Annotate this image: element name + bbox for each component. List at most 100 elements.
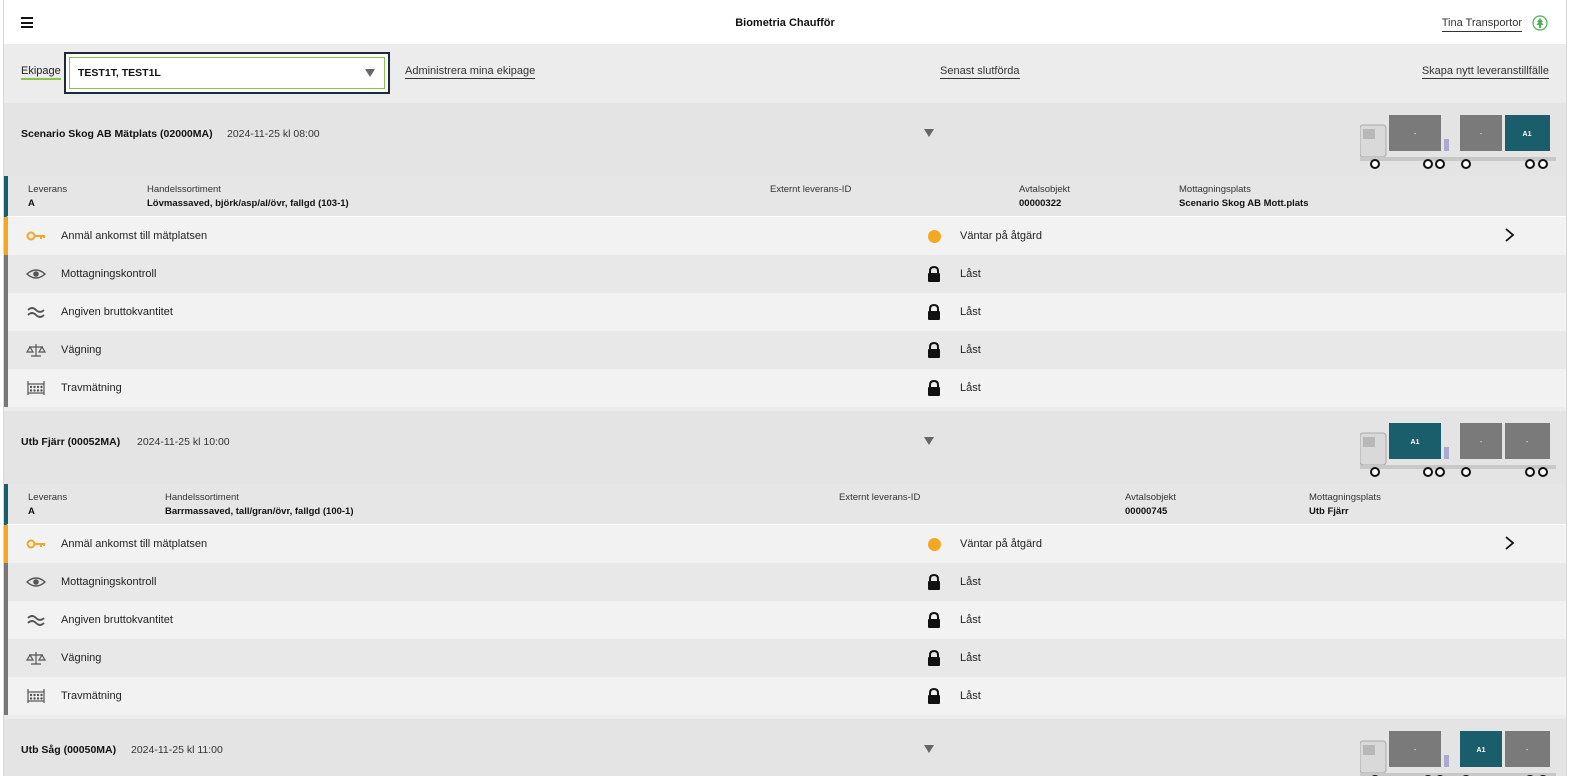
step-status: Låst — [960, 268, 981, 280]
step-label: Mottagningskontroll — [61, 268, 157, 280]
container-label: A1 — [1477, 747, 1486, 754]
delivery-time: 2024-11-25 kl 11:00 — [131, 744, 223, 756]
step-row-arrival[interactable]: Anmäl ankomst till mätplatsen Väntar på … — [4, 217, 1566, 255]
approx-icon — [27, 307, 45, 318]
step-label: Mottagningskontroll — [61, 576, 157, 588]
step-label: Angiven bruttokvantitet — [61, 306, 173, 318]
step-status: Väntar på åtgärd — [960, 230, 1042, 242]
ekipage-select-box[interactable]: TEST1T, TEST1L — [69, 57, 385, 89]
admin-ekipage-link[interactable]: Administrera mina ekipage — [405, 65, 536, 79]
scale-icon — [26, 344, 46, 357]
log-stack-icon — [27, 381, 45, 395]
user-link[interactable]: Tina Transportor — [1441, 17, 1522, 32]
truck-icon: - - A1 — [1360, 115, 1556, 169]
assortment-label: Handelssortiment — [165, 492, 239, 503]
lock-icon — [928, 650, 940, 666]
step-status: Låst — [960, 306, 981, 318]
step-status: Låst — [960, 652, 981, 664]
delivery-label: Leverans — [28, 184, 68, 195]
delivery-card: Utb Fjärr (00052MA) 2024-11-25 kl 10:00 … — [4, 411, 1566, 716]
truck-icon: - A1 - — [1360, 731, 1556, 776]
step-label: Travmätning — [61, 690, 122, 702]
step-status: Låst — [960, 382, 981, 394]
pending-dot-icon — [928, 538, 941, 551]
step-status: Låst — [960, 344, 981, 356]
step-row-weighing[interactable]: Vägning Låst — [4, 331, 1566, 369]
delivery-card: Scenario Skog AB Mätplats (02000MA) 2024… — [4, 103, 1566, 408]
assortment-label: Handelssortiment — [147, 184, 221, 195]
step-label: Travmätning — [61, 382, 122, 394]
pending-dot-icon — [928, 230, 941, 243]
step-label: Anmäl ankomst till mätplatsen — [61, 230, 208, 242]
delivery-time: 2024-11-25 kl 08:00 — [227, 128, 320, 140]
step-row-reception[interactable]: Mottagningskontroll Låst — [4, 563, 1566, 601]
delivery-label: Leverans — [28, 492, 68, 503]
container-label: A1 — [1411, 439, 1420, 446]
step-row-reception[interactable]: Mottagningskontroll Låst — [4, 255, 1566, 293]
lock-icon — [928, 380, 940, 396]
lock-icon — [928, 304, 940, 320]
receiving-label: Mottagningsplats — [1309, 492, 1381, 503]
step-status: Väntar på åtgärd — [960, 538, 1042, 550]
lock-icon — [928, 612, 940, 628]
assortment-value: Lövmassaved, björk/asp/al/övr, fallgd (1… — [147, 198, 349, 209]
receiving-value: Utb Fjärr — [1309, 506, 1349, 517]
ekipage-label: Ekipage — [21, 65, 61, 80]
contract-value: 00000322 — [1019, 198, 1062, 209]
external-id-label: Externt leverans-ID — [839, 492, 921, 503]
truck-icon: A1 - - — [1360, 423, 1556, 477]
recent-completed-link[interactable]: Senast slutförda — [940, 65, 1020, 79]
delivery-time: 2024-11-25 kl 10:00 — [137, 436, 230, 448]
create-delivery-link[interactable]: Skapa nytt leveranstillfälle — [1421, 65, 1549, 79]
contract-value: 00000745 — [1125, 506, 1168, 517]
container-label: A1 — [1523, 131, 1532, 138]
delivery-card-header[interactable]: Utb Såg (00050MA) 2024-11-25 kl 11:00 - … — [4, 719, 1566, 776]
tree-icon — [1532, 15, 1548, 31]
step-row-gross[interactable]: Angiven bruttokvantitet Låst — [4, 601, 1566, 639]
scale-icon — [26, 652, 46, 665]
receiving-label: Mottagningsplats — [1179, 184, 1251, 195]
eye-icon — [26, 269, 46, 279]
chevron-down-icon[interactable] — [365, 69, 375, 77]
chevron-down-icon[interactable] — [924, 745, 934, 753]
chevron-right-icon[interactable] — [1503, 228, 1515, 242]
approx-icon — [27, 615, 45, 626]
ekipage-select[interactable]: TEST1T, TEST1L — [64, 52, 390, 94]
delivery-location: Utb Såg (00050MA) — [21, 744, 117, 756]
chevron-down-icon[interactable] — [924, 129, 934, 137]
eye-icon — [26, 577, 46, 587]
page-title: Biometria Chaufför — [735, 17, 835, 29]
step-status: Låst — [960, 576, 981, 588]
external-id-label: Externt leverans-ID — [770, 184, 852, 195]
top-bar: Biometria Chaufför Tina Transportor — [4, 0, 1566, 44]
delivery-card: Utb Såg (00050MA) 2024-11-25 kl 11:00 - … — [4, 719, 1566, 776]
lock-icon — [928, 342, 940, 358]
step-row-arrival[interactable]: Anmäl ankomst till mätplatsen Väntar på … — [4, 525, 1566, 563]
delivery-card-header[interactable]: Utb Fjärr (00052MA) 2024-11-25 kl 10:00 … — [4, 411, 1566, 484]
delivery-value: A — [28, 506, 35, 517]
app-frame: Biometria Chaufför Tina Transportor Ekip… — [3, 0, 1567, 776]
chevron-down-icon[interactable] — [924, 437, 934, 445]
step-status: Låst — [960, 614, 981, 626]
step-row-stack[interactable]: Travmätning Låst — [4, 677, 1566, 715]
step-status: Låst — [960, 690, 981, 702]
delivery-location: Scenario Skog AB Mätplats (02000MA) — [21, 128, 213, 140]
key-icon — [26, 231, 45, 241]
step-label: Vägning — [61, 344, 102, 356]
delivery-info: Leverans A Handelssortiment Lövmassaved, b… — [4, 176, 1566, 218]
assortment-value: Barrmassaved, tall/gran/övr, fallgd (100… — [165, 506, 354, 517]
delivery-value: A — [28, 198, 35, 209]
step-label: Vägning — [61, 652, 102, 664]
ekipage-select-value: TEST1T, TEST1L — [78, 67, 161, 79]
step-row-gross[interactable]: Angiven bruttokvantitet Låst — [4, 293, 1566, 331]
receiving-value: Scenario Skog AB Mott.plats — [1179, 198, 1309, 209]
step-row-weighing[interactable]: Vägning Låst — [4, 639, 1566, 677]
ekipage-toolbar: Ekipage TEST1T, TEST1L Administrera mina… — [4, 44, 1566, 98]
step-row-stack[interactable]: Travmätning Låst — [4, 369, 1566, 407]
chevron-right-icon[interactable] — [1503, 536, 1515, 550]
delivery-card-header[interactable]: Scenario Skog AB Mätplats (02000MA) 2024… — [4, 103, 1566, 176]
step-label: Angiven bruttokvantitet — [61, 614, 173, 626]
step-label: Anmäl ankomst till mätplatsen — [61, 538, 208, 550]
contract-label: Avtalsobjekt — [1125, 492, 1177, 503]
contract-label: Avtalsobjekt — [1019, 184, 1071, 195]
